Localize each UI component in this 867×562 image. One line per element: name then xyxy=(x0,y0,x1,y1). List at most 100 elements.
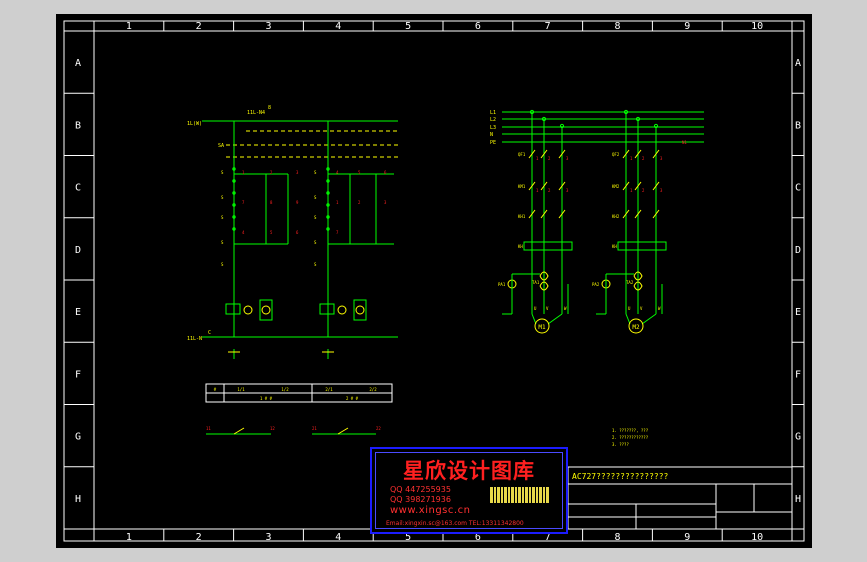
legend-cell: 2/2 xyxy=(369,387,377,392)
device-tag: S xyxy=(314,195,317,200)
row-marker-right: A xyxy=(795,58,801,69)
column-marker-top: 1 xyxy=(126,21,132,32)
legend-sub: 1 # # xyxy=(260,396,273,401)
legend-cell: 1/1 xyxy=(237,387,245,392)
motor-lead xyxy=(641,313,657,325)
device-tag: S xyxy=(314,215,317,220)
wire-number: 5 xyxy=(270,230,273,235)
phase-label: W xyxy=(564,306,567,311)
motor-lead xyxy=(547,313,563,325)
phase-label: U xyxy=(628,306,631,311)
row-marker-right: H xyxy=(795,494,801,505)
row-marker-left: E xyxy=(75,307,81,318)
row-marker-right: E xyxy=(795,307,801,318)
wire-number: 1 xyxy=(630,188,633,193)
row-marker-right: G xyxy=(795,432,801,443)
legend-sub: 2 # # xyxy=(346,396,359,401)
wire-number: 12 xyxy=(270,426,275,431)
wire-number: 3 xyxy=(566,156,569,161)
row-marker-right: B xyxy=(795,120,801,131)
switch-blade xyxy=(337,427,349,435)
wire-number: 2 xyxy=(548,188,551,193)
bus-label: L3 xyxy=(490,125,496,131)
device-tag: S xyxy=(221,262,224,267)
column-marker-top: 7 xyxy=(545,21,551,32)
bus-label: PE xyxy=(490,140,496,146)
thermal-relay xyxy=(617,241,667,251)
wire-number: 21 xyxy=(312,426,317,431)
device-tag: S xyxy=(314,240,317,245)
bus-label: 11L-N4 xyxy=(247,110,265,116)
wire-number: 2 xyxy=(642,188,645,193)
row-marker-right: F xyxy=(795,369,801,380)
row-marker-right: D xyxy=(795,245,801,256)
column-marker-bottom: 10 xyxy=(751,532,763,543)
device-tag: QF1 xyxy=(518,152,526,157)
column-marker-bottom: 1 xyxy=(126,532,132,543)
stamp-website[interactable]: www.xingsc.cn xyxy=(390,505,470,516)
legend-cell: 1/2 xyxy=(281,387,289,392)
device-tag: S xyxy=(221,170,224,175)
note-line: 3. ???? xyxy=(612,442,629,447)
switch-blade xyxy=(233,427,245,435)
neutral-label: 11L-N xyxy=(187,336,202,342)
legend-head: # xyxy=(214,387,217,392)
note-line: 2. ???????????? xyxy=(612,435,649,440)
watermark-stamp: 星欣设计图库 QQ 447255935 QQ 398271936 www.xin… xyxy=(370,447,568,534)
indicator-lamp xyxy=(261,305,271,315)
device-tag: KM2 xyxy=(612,184,620,189)
device-tag: KH xyxy=(612,244,617,249)
column-marker-bottom: 4 xyxy=(335,532,341,543)
device-tag: KM1 xyxy=(518,184,526,189)
note-line: 1. ???????, ??? xyxy=(612,428,649,433)
device-tag: KH xyxy=(518,244,523,249)
wire-number: 1 xyxy=(536,188,539,193)
wire-number: 1 xyxy=(336,200,339,205)
column-marker-top: 4 xyxy=(335,21,341,32)
bus-label: L1 xyxy=(490,110,496,116)
row-marker-left: F xyxy=(75,369,81,380)
row-marker-left: A xyxy=(75,58,81,69)
row-marker-right: C xyxy=(795,183,801,194)
phase-label: W xyxy=(658,306,661,311)
device-tag: KH2 xyxy=(612,214,620,219)
phase-label: U xyxy=(534,306,537,311)
device-tag: S xyxy=(221,215,224,220)
column-marker-top: 9 xyxy=(684,21,690,32)
row-marker-left: D xyxy=(75,245,81,256)
column-marker-top: 6 xyxy=(475,21,481,32)
phase-label: V xyxy=(546,306,549,311)
stamp-qq2: QQ 398271936 xyxy=(390,495,451,504)
wire-number: 1 xyxy=(630,156,633,161)
stamp-barcode xyxy=(490,487,550,503)
device-tag: PA2 xyxy=(592,282,600,287)
neutral-c: C xyxy=(208,330,211,336)
column-marker-top: 10 xyxy=(751,21,763,32)
indicator-lamp xyxy=(337,305,347,315)
wire-number: 3 xyxy=(566,188,569,193)
wire-number: 3 xyxy=(660,188,663,193)
wire-number: 11 xyxy=(206,426,211,431)
device-tag: KH1 xyxy=(518,214,526,219)
device-tag: TA1 xyxy=(532,280,540,285)
wire-number: 3 xyxy=(660,156,663,161)
column-marker-bottom: 3 xyxy=(265,532,271,543)
device-tag: S xyxy=(221,240,224,245)
row-marker-left: G xyxy=(75,432,81,443)
column-marker-bottom: 2 xyxy=(196,532,202,543)
drawing-title: AC727??????????????? xyxy=(572,472,669,481)
stamp-title: 星欣设计图库 xyxy=(403,459,535,483)
wire-number: 8 xyxy=(270,200,273,205)
wire-number: 3 xyxy=(296,170,299,175)
wire-number: 3 xyxy=(384,200,387,205)
row-marker-left: H xyxy=(75,494,81,505)
wire-number: 2 xyxy=(548,156,551,161)
column-marker-top: 2 xyxy=(196,21,202,32)
row-marker-left: B xyxy=(75,120,81,131)
bus-label: L2 xyxy=(490,117,496,123)
column-marker-top: 8 xyxy=(614,21,620,32)
stamp-qq1: QQ 447255935 xyxy=(390,485,451,494)
device-tag: S xyxy=(314,262,317,267)
stamp-qq2-value: 398271936 xyxy=(405,495,451,504)
bus-label: 8 xyxy=(268,105,271,111)
